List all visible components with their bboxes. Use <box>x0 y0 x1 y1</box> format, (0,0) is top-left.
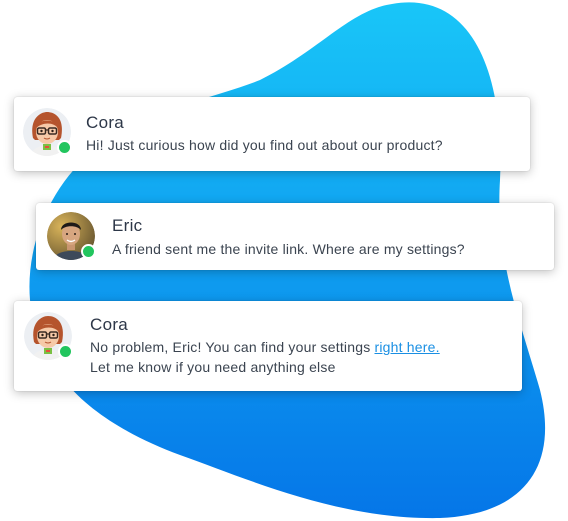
avatar[interactable] <box>47 212 96 260</box>
chat-message-card: Cora Hi! Just curious how did you find o… <box>14 97 530 171</box>
chat-message-card: Eric A friend sent me the invite link. W… <box>36 203 554 270</box>
settings-link[interactable]: right here. <box>374 339 439 355</box>
message-text: No problem, Eric! You can find your sett… <box>90 337 510 377</box>
online-status-dot <box>81 244 96 259</box>
online-status-dot <box>57 140 72 155</box>
message-text: Hi! Just curious how did you find out ab… <box>86 137 443 153</box>
chat-message-card: Cora No problem, Eric! You can find your… <box>14 301 522 391</box>
avatar[interactable] <box>23 108 72 156</box>
message-text-after-link: Let me know if you need anything else <box>90 359 336 375</box>
message-author: Cora <box>86 113 125 132</box>
message-text: A friend sent me the invite link. Where … <box>112 241 465 257</box>
message-author: Eric <box>112 216 143 235</box>
online-status-dot <box>58 344 73 359</box>
message-author: Cora <box>90 315 129 334</box>
message-text-before-link: No problem, Eric! You can find your sett… <box>90 339 375 355</box>
avatar[interactable] <box>24 312 73 360</box>
